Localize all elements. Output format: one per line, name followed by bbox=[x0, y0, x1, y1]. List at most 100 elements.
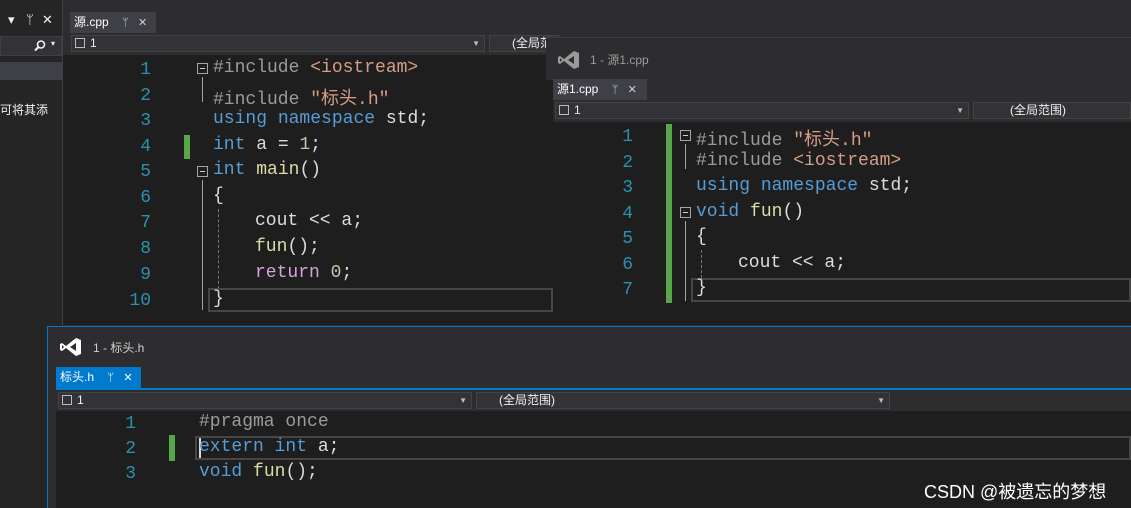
code-line-4: int a = 1; bbox=[213, 135, 322, 155]
outline-line bbox=[685, 221, 686, 301]
chevron-down-icon: ▼ bbox=[459, 396, 467, 405]
line-number: 8 bbox=[140, 239, 151, 259]
tab-label: 源.cpp bbox=[74, 15, 109, 29]
close-icon[interactable]: ✕ bbox=[42, 12, 53, 28]
outline-line bbox=[202, 180, 203, 310]
project-icon bbox=[559, 105, 569, 115]
source1-nav-bar: 1 ▼ (全局范围) bbox=[553, 100, 1131, 121]
collapse-icon[interactable] bbox=[680, 130, 691, 141]
collapse-icon[interactable] bbox=[197, 166, 208, 177]
code-editor-source-cpp[interactable]: 1 2 3 4 5 6 7 8 9 10 #include <iostream>… bbox=[63, 55, 553, 325]
header-nav-bar: 1 ▼ (全局范围) ▼ bbox=[56, 390, 1131, 411]
line-number: 4 bbox=[140, 137, 151, 157]
close-icon[interactable]: ✕ bbox=[138, 17, 147, 29]
line-number: 7 bbox=[622, 280, 633, 300]
tab-label: 源1.cpp bbox=[557, 82, 599, 96]
csdn-watermark: CSDN @被遗忘的梦想 bbox=[924, 482, 1107, 502]
outline-line bbox=[685, 144, 686, 169]
code-line-9: return 0; bbox=[255, 263, 353, 283]
main-tab-bar bbox=[63, 10, 1131, 33]
pin-icon[interactable]: ᛘ bbox=[107, 372, 114, 384]
line-number: 1 bbox=[622, 127, 633, 147]
chevron-down-icon: ▼ bbox=[956, 106, 964, 115]
line-number: 7 bbox=[140, 213, 151, 233]
project-dropdown[interactable]: 1 ▼ bbox=[71, 35, 485, 52]
change-indicator bbox=[184, 135, 190, 159]
code-line-5: { bbox=[696, 227, 707, 247]
project-dropdown-value: 1 bbox=[90, 36, 97, 50]
chevron-down-icon: ▼ bbox=[472, 39, 480, 48]
code-line-6: cout << a; bbox=[738, 253, 847, 273]
line-number: 2 bbox=[125, 439, 136, 459]
line-number: 5 bbox=[622, 229, 633, 249]
project-dropdown-value: 1 bbox=[574, 103, 581, 117]
change-indicator bbox=[169, 435, 175, 461]
scope-dropdown[interactable]: (全局范围) ▼ bbox=[476, 392, 890, 409]
change-indicator bbox=[666, 124, 672, 303]
main-nav-bar: 1 ▼ (全局范 bbox=[63, 33, 559, 54]
code-line-2: extern int a; bbox=[199, 437, 340, 457]
panel-header: ▾ ᛘ ✕ bbox=[0, 12, 62, 34]
tab-source-cpp[interactable]: 源.cpp ᛘ ✕ bbox=[70, 12, 156, 33]
code-line-2: #include <iostream> bbox=[696, 151, 902, 171]
code-line-7: } bbox=[696, 278, 707, 298]
search-options-icon[interactable]: ▾ bbox=[51, 39, 55, 48]
line-number: 6 bbox=[140, 188, 151, 208]
scope-dropdown-value: (全局范围) bbox=[1010, 103, 1066, 117]
line-number: 3 bbox=[140, 111, 151, 131]
window-header-titlebar[interactable]: 1 - 标头.h bbox=[48, 327, 1131, 367]
line-number: 9 bbox=[140, 265, 151, 285]
project-icon bbox=[62, 395, 72, 405]
scope-dropdown-value: (全局范围) bbox=[499, 393, 555, 407]
line-number: 1 bbox=[140, 60, 151, 80]
line-number: 3 bbox=[125, 464, 136, 484]
line-number: 6 bbox=[622, 255, 633, 275]
code-line-3: using namespace std; bbox=[213, 109, 430, 129]
project-dropdown[interactable]: 1 ▼ bbox=[555, 102, 969, 119]
code-line-8: fun(); bbox=[255, 237, 320, 257]
code-line-3: using namespace std; bbox=[696, 176, 913, 196]
code-line-1: #include "标头.h" bbox=[696, 131, 873, 151]
code-editor-source1-cpp[interactable]: 1 2 3 4 5 6 7 #include "标头.h" #include <… bbox=[553, 122, 1131, 325]
code-line-1: #include <iostream> bbox=[213, 58, 419, 78]
code-line-6: { bbox=[213, 186, 224, 206]
close-icon[interactable]: ✕ bbox=[123, 372, 132, 384]
chevron-down-icon: ▼ bbox=[877, 396, 885, 405]
tab-header-h[interactable]: 标头.h ᛘ ✕ bbox=[56, 367, 141, 388]
tab-source1-cpp[interactable]: 源1.cpp ᛘ ✕ bbox=[553, 79, 647, 100]
line-number: 4 bbox=[622, 204, 633, 224]
window-title: 1 - 源1.cpp bbox=[590, 53, 649, 67]
line-number: 5 bbox=[140, 162, 151, 182]
window-source1-titlebar[interactable]: 1 - 源1.cpp bbox=[546, 37, 1131, 80]
pin-icon[interactable]: ᛘ bbox=[122, 17, 129, 29]
line-number: 1 bbox=[125, 414, 136, 434]
code-line-7: cout << a; bbox=[255, 211, 364, 231]
code-line-10: } bbox=[213, 289, 224, 309]
panel-search-input[interactable]: ▾ bbox=[0, 36, 62, 56]
indent-guide bbox=[701, 250, 703, 278]
project-icon bbox=[75, 38, 85, 48]
project-dropdown-value: 1 bbox=[77, 393, 84, 407]
collapse-icon[interactable] bbox=[197, 63, 208, 74]
code-line-4: void fun() bbox=[696, 202, 805, 222]
code-line-5: int main() bbox=[213, 160, 322, 180]
pin-icon[interactable]: ᛘ bbox=[612, 84, 619, 96]
scope-dropdown[interactable]: (全局范围) bbox=[973, 102, 1131, 119]
project-dropdown[interactable]: 1 ▼ bbox=[58, 392, 472, 409]
current-line-highlight bbox=[691, 278, 1131, 302]
collapse-icon[interactable] bbox=[680, 207, 691, 218]
line-number: 2 bbox=[622, 153, 633, 173]
current-line-highlight bbox=[208, 288, 553, 312]
pin-icon[interactable]: ᛘ bbox=[26, 12, 34, 27]
search-icon bbox=[34, 40, 46, 52]
code-line-3: void fun(); bbox=[199, 462, 318, 482]
visual-studio-logo-icon bbox=[558, 51, 579, 69]
outline-line bbox=[202, 77, 203, 102]
panel-selected-row[interactable] bbox=[0, 62, 62, 80]
code-line-1: #pragma once bbox=[199, 412, 329, 432]
dropdown-arrow-icon[interactable]: ▾ bbox=[8, 12, 15, 28]
line-number: 2 bbox=[140, 86, 151, 106]
close-icon[interactable]: ✕ bbox=[628, 84, 637, 96]
window-title: 1 - 标头.h bbox=[93, 341, 145, 355]
tab-label: 标头.h bbox=[60, 370, 95, 384]
